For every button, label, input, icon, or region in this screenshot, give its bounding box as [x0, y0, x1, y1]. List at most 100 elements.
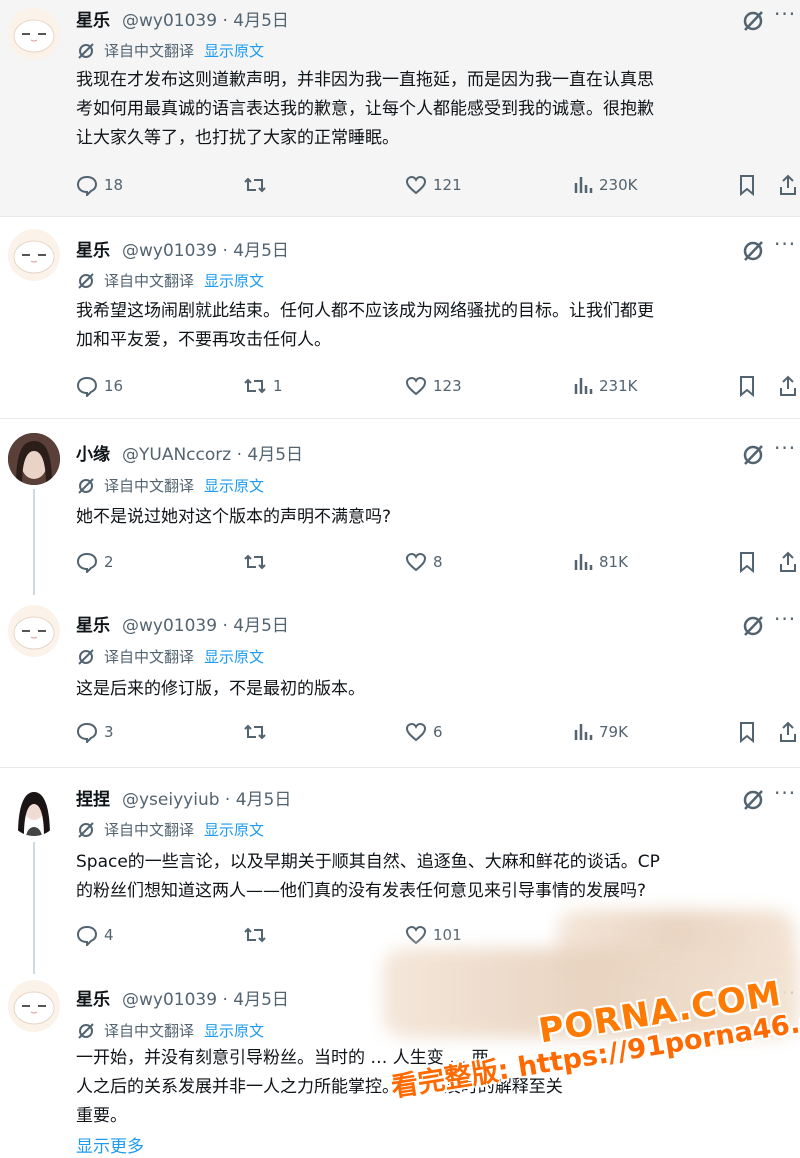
views-icon: [573, 174, 593, 196]
tweet[interactable]: 星乐 @wy01039 · 4月5日 ··· 译自中文翻译 显示原文 我现在才发…: [0, 0, 800, 216]
bookmark-button[interactable]: [737, 375, 757, 397]
author-handle-date[interactable]: @YUANccorz · 4月5日: [122, 440, 303, 465]
like-button[interactable]: 6: [405, 721, 443, 743]
share-button[interactable]: [778, 375, 798, 397]
more-options-icon[interactable]: ···: [774, 2, 796, 26]
views-button[interactable]: 230K: [573, 174, 637, 196]
like-button[interactable]: 121: [405, 174, 462, 196]
author-name[interactable]: 星乐: [76, 611, 110, 636]
bookmark-button[interactable]: [737, 174, 757, 196]
avatar[interactable]: [8, 605, 60, 657]
avatar[interactable]: [8, 980, 60, 1032]
author-handle-date[interactable]: @wy01039 · 4月5日: [122, 6, 289, 31]
avatar[interactable]: [8, 229, 60, 281]
repost-button[interactable]: [243, 174, 273, 196]
translated-label: 译自中文翻译: [104, 648, 195, 666]
tweet[interactable]: 星乐 @wy01039 · 4月5日 ··· 译自中文翻译 显示原文 我希望这场…: [0, 217, 800, 417]
author-name[interactable]: 星乐: [76, 985, 110, 1010]
more-options-icon[interactable]: ···: [774, 781, 796, 805]
views-icon: [573, 375, 593, 397]
share-button[interactable]: [778, 174, 798, 196]
author-handle-date[interactable]: @wy01039 · 4月5日: [122, 611, 289, 636]
like-button[interactable]: 8: [405, 551, 443, 573]
views-button[interactable]: 231K: [573, 375, 637, 397]
show-original-link[interactable]: 显示原文: [204, 1020, 264, 1041]
share-button[interactable]: [778, 721, 798, 743]
reply-button[interactable]: 16: [76, 375, 123, 397]
translate-icon: [76, 271, 96, 291]
show-original-link[interactable]: 显示原文: [204, 40, 264, 61]
show-original-link[interactable]: 显示原文: [204, 819, 264, 840]
show-more-link[interactable]: 显示更多: [76, 1132, 144, 1157]
more-options-icon[interactable]: ···: [774, 232, 796, 256]
grok-icon[interactable]: [740, 787, 766, 813]
avatar[interactable]: [8, 8, 60, 60]
tweet[interactable]: 小缘 @YUANccorz · 4月5日 ··· 译自中文翻译 显示原文 她不是…: [0, 419, 800, 595]
repost-icon: [243, 551, 267, 573]
translation-bar: 译自中文翻译 显示原文: [76, 1020, 264, 1041]
reply-button[interactable]: 4: [76, 924, 114, 946]
share-button[interactable]: [778, 551, 798, 573]
translate-icon: [76, 820, 96, 840]
repost-icon: [243, 174, 267, 196]
translate-icon: [76, 647, 96, 667]
translate-icon: [76, 476, 96, 496]
reply-button[interactable]: 2: [76, 551, 114, 573]
tweet[interactable]: 星乐 @wy01039 · 4月5日 ··· 译自中文翻译 显示原文 这是后来的…: [0, 595, 800, 767]
author-name[interactable]: 捏捏: [76, 785, 110, 810]
thread-line: [33, 842, 35, 974]
repost-button[interactable]: 1: [243, 375, 283, 397]
translation-bar: 译自中文翻译 显示原文: [76, 646, 264, 667]
like-button[interactable]: 123: [405, 375, 462, 397]
reply-icon: [76, 924, 98, 946]
repost-button[interactable]: [243, 721, 273, 743]
heart-icon: [405, 721, 427, 743]
photo-avatar-icon: [8, 433, 60, 485]
translated-label: 译自中文翻译: [104, 477, 195, 495]
photo-avatar-icon: [8, 784, 60, 836]
bookmark-icon: [737, 375, 757, 397]
translate-icon: [76, 41, 96, 61]
avatar[interactable]: [8, 784, 60, 836]
views-button[interactable]: 81K: [573, 551, 628, 573]
heart-icon: [405, 551, 427, 573]
more-options-icon[interactable]: ···: [774, 607, 796, 631]
tweet-text: 我希望这场闹剧就此结束。任何人都不应该成为网络骚扰的目标。让我们都更 加和平友爱…: [76, 301, 654, 350]
views-button[interactable]: 79K: [573, 721, 628, 743]
repost-button[interactable]: [243, 924, 273, 946]
cat-avatar-icon: [13, 240, 55, 274]
bookmark-icon: [737, 721, 757, 743]
translation-bar: 译自中文翻译 显示原文: [76, 40, 264, 61]
author-name[interactable]: 星乐: [76, 236, 110, 261]
author-handle-date[interactable]: @wy01039 · 4月5日: [122, 236, 289, 261]
tweet-text: 这是后来的修订版，不是最初的版本。: [76, 679, 365, 699]
share-icon: [778, 375, 798, 397]
author-name[interactable]: 小缘: [76, 440, 110, 465]
author-handle-date[interactable]: @yseiyyiub · 4月5日: [122, 785, 291, 810]
reply-button[interactable]: 18: [76, 174, 123, 196]
tweet-text: 她不是说过她对这个版本的声明不满意吗?: [76, 507, 392, 527]
like-button[interactable]: 101: [405, 924, 462, 946]
show-original-link[interactable]: 显示原文: [204, 646, 264, 667]
show-original-link[interactable]: 显示原文: [204, 475, 264, 496]
translation-bar: 译自中文翻译 显示原文: [76, 475, 264, 496]
repost-icon: [243, 924, 267, 946]
author-handle-date[interactable]: @wy01039 · 4月5日: [122, 985, 289, 1010]
more-options-icon[interactable]: ···: [774, 436, 796, 460]
thread-line: [33, 489, 35, 595]
bookmark-button[interactable]: [737, 551, 757, 573]
show-original-link[interactable]: 显示原文: [204, 270, 264, 291]
reply-icon: [76, 551, 98, 573]
grok-icon[interactable]: [740, 613, 766, 639]
avatar[interactable]: [8, 433, 60, 485]
author-name[interactable]: 星乐: [76, 6, 110, 31]
heart-icon: [405, 924, 427, 946]
grok-icon[interactable]: [740, 442, 766, 468]
reply-button[interactable]: 3: [76, 721, 114, 743]
repost-button[interactable]: [243, 551, 273, 573]
cat-avatar-icon: [13, 19, 55, 53]
bookmark-button[interactable]: [737, 721, 757, 743]
grok-icon[interactable]: [740, 8, 766, 34]
repost-icon: [243, 721, 267, 743]
grok-icon[interactable]: [740, 238, 766, 264]
